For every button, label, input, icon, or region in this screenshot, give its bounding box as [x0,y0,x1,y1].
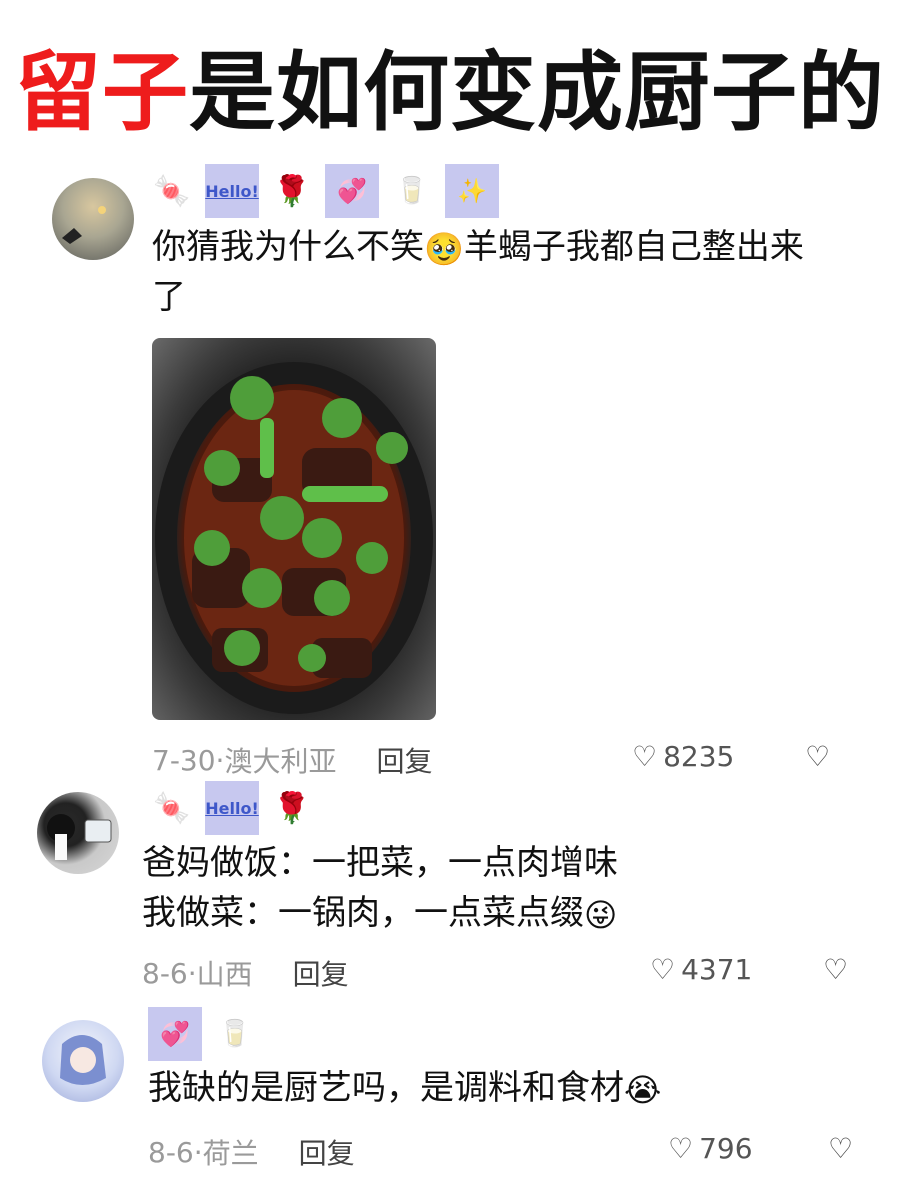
winking-tongue-icon: 😜 [584,895,618,934]
comment-line: 爸妈做饭：一把菜，一点肉增味 [142,843,618,883]
heart-icon: ♡ [668,1132,694,1165]
heart-icon: ♡ [650,953,676,986]
comment-location: 荷兰 [202,1137,259,1170]
comment-meta: 8-6 · 山西 回复 [142,953,349,993]
sticker-row: 🍬 Hello! 🌹 💞 🥛 ✨ [145,163,499,219]
milk-icon: 🥛 [218,1019,252,1049]
pleading-face-icon: 🥹 [424,229,464,268]
comment-line: 了 [152,277,186,317]
reply-button[interactable]: 回复 [299,1132,355,1172]
rose-icon: 🌹 [273,790,311,826]
title-red-part: 留子 [15,43,189,143]
comment-meta: 8-6 · 荷兰 回复 [148,1132,355,1172]
comment-line: 你猜我为什么不笑 [152,227,424,267]
comment-text: 爸妈做饭：一把菜，一点肉增味 我做菜：一锅肉，一点菜点缀😜 [142,838,618,938]
rose-icon: 🌹 [273,173,311,209]
reply-button[interactable]: 回复 [293,953,349,993]
comment-location: 澳大利亚 [224,745,337,778]
milk-icon: 🥛 [395,176,429,206]
like-button[interactable]: ♡ 8235 [632,740,734,773]
comment-text: 你猜我为什么不笑🥹羊蝎子我都自己整出来 了 [152,222,804,322]
broken-heart-icon[interactable]: ♡ [805,740,830,773]
candy-icon: 🍬 [153,790,191,826]
candy-icon: 🍬 [153,173,191,209]
comment-date: 8-6 [148,1135,194,1169]
comment-location: 山西 [196,958,253,991]
comment-date: 8-6 [142,956,188,990]
comment-line: 羊蝎子我都自己整出来 [463,227,804,267]
crying-face-icon: 😭 [624,1070,662,1109]
like-count: 4371 [681,953,753,986]
hello-sticker: Hello! [205,781,259,835]
avatar[interactable] [52,178,134,260]
sparkle-hearts-icon: ✨ [445,164,499,218]
comment-line: 我做菜：一锅肉，一点菜点缀 [142,893,584,933]
like-button[interactable]: ♡ 4371 [650,953,752,986]
broken-heart-icon[interactable]: ♡ [828,1132,853,1165]
title-black-part: 是如何变成厨子的 [189,43,885,143]
comment-line: 我缺的是厨艺吗，是调料和食材 [148,1068,624,1108]
page-title: 留子是如何变成厨子的 [0,38,900,148]
reply-button[interactable]: 回复 [376,740,432,780]
comment-text: 我缺的是厨艺吗，是调料和食材😭 [148,1063,661,1113]
like-count: 8235 [663,740,735,773]
hello-sticker: Hello! [205,164,259,218]
food-photo[interactable] [152,338,436,720]
sticker-row: 💞 🥛 [148,1006,262,1062]
comment-date: 7-30 [152,743,216,777]
hearts-icon: 💞 [325,164,379,218]
heart-icon: ♡ [632,740,658,773]
sticker-row: 🍬 Hello! 🌹 [145,780,319,836]
like-count: 796 [699,1132,753,1165]
avatar[interactable] [42,1020,124,1102]
broken-heart-icon[interactable]: ♡ [823,953,848,986]
hearts-icon: 💞 [148,1007,202,1061]
avatar[interactable] [37,792,119,874]
like-button[interactable]: ♡ 796 [668,1132,753,1165]
comment-meta: 7-30 · 澳大利亚 回复 [152,740,432,780]
